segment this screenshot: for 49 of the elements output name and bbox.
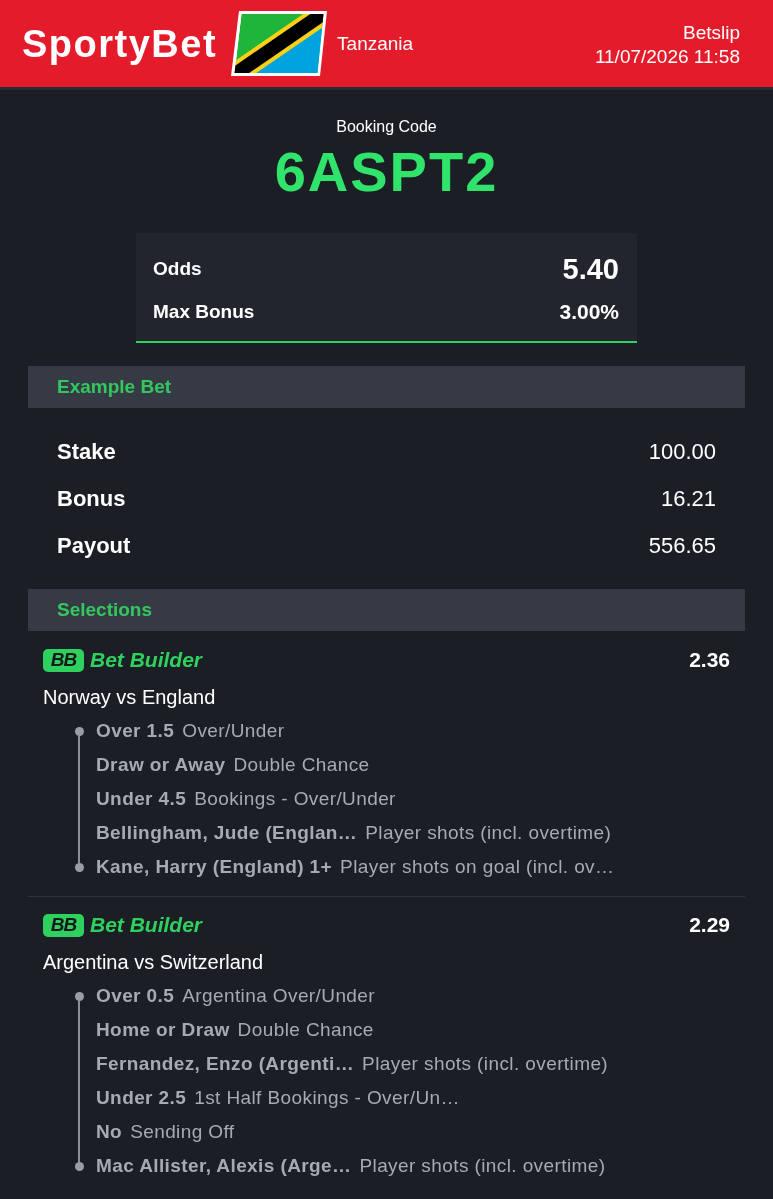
leg-market: Player shots on goal (incl. ov… [340,856,615,878]
leg-market: Argentina Over/Under [182,985,376,1007]
bet-type-tag: BB [43,648,84,672]
leg-market: Player shots (incl. overtime) [359,1155,606,1177]
page-title: Betslip [681,20,740,45]
date-time: 11/07/2026 11:58 [594,44,740,69]
leg-market: 1st Half Bookings - Over/Un… [194,1087,460,1109]
leg-pick: Under 2.5 [96,1087,187,1109]
leg-pick: Bellingham, Jude (Englan… [96,822,358,844]
bet-value: 16.21 [660,485,716,512]
bet-value: 556.65 [648,532,716,559]
summary-value: 3.00% [559,300,619,324]
leg-market: Sending Off [130,1121,235,1143]
section-header: Selections [28,589,745,631]
leg-pick: Over 0.5 [96,985,175,1007]
leg-pick: Draw or Away [96,754,226,776]
bet-label: Bonus [57,485,126,512]
summary-value: 5.40 [562,252,619,286]
bet-value: 100.00 [648,438,716,465]
bet-label: Payout [57,532,131,559]
booking-code-label: Booking Code [336,117,437,137]
summary-label: Odds [153,258,202,280]
section-header: Example Bet [28,366,745,408]
selection-odds: 2.36 [689,648,730,672]
leg-pick: No [96,1121,123,1143]
leg-pick: Over 1.5 [96,720,175,742]
leg-pick: Kane, Harry (England) 1+ [96,856,333,878]
leg-market: Over/Under [182,720,285,742]
bet-label: Stake [57,438,116,465]
booking-code: 6ASPT2 [274,142,499,202]
selection-odds: 2.29 [689,913,730,937]
leg-market: Player shots (incl. overtime) [362,1053,609,1075]
leg-pick: Home or Draw [96,1019,230,1041]
leg-market: Player shots (incl. overtime) [365,822,612,844]
country-label: Tanzania [337,32,414,55]
match-name: Argentina vs Switzerland [43,950,264,975]
leg-pick: Fernandez, Enzo (Argenti… [96,1053,355,1075]
logo: SportyBet [22,21,218,66]
match-name: Norway vs England [43,685,216,710]
bet-type-label: Bet Builder [90,648,202,672]
summary-label: Max Bonus [153,301,255,323]
leg-market: Bookings - Over/Under [194,788,396,810]
leg-pick: Mac Allister, Alexis (Arge… [96,1155,352,1177]
leg-market: Double Chance [237,1019,374,1041]
leg-market: Double Chance [233,754,370,776]
bet-type-tag: BB [43,913,84,937]
flag-icon [231,11,328,76]
leg-pick: Under 4.5 [96,788,187,810]
bet-type-label: Bet Builder [90,913,202,937]
